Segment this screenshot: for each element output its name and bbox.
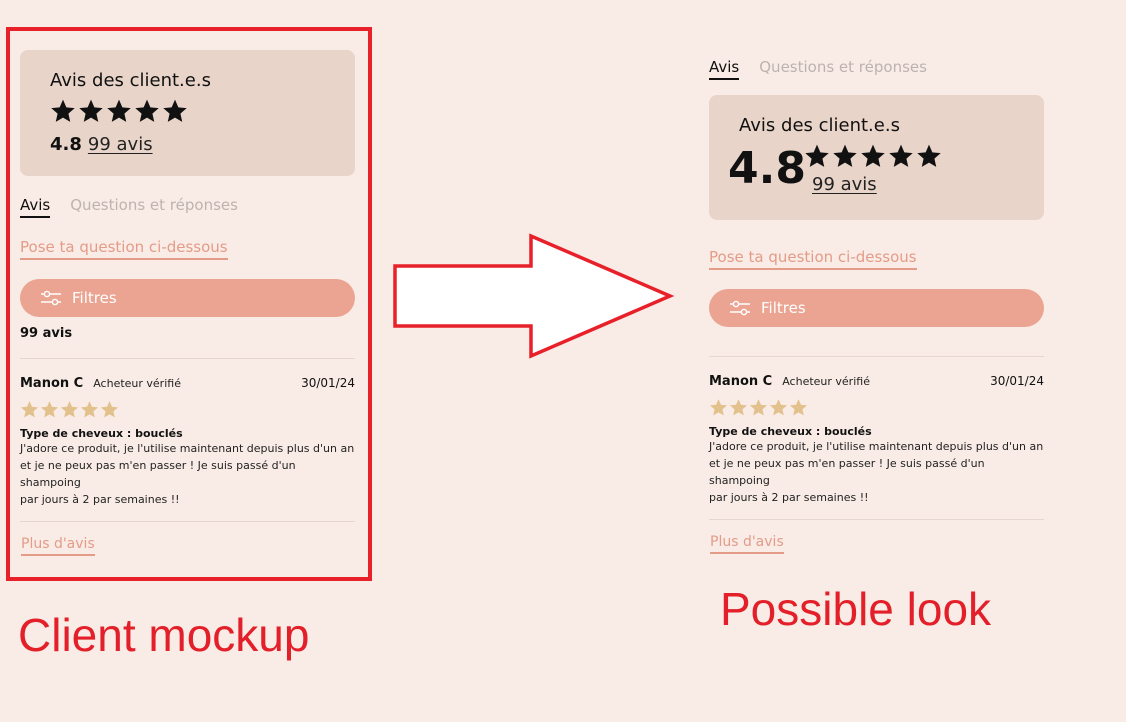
more-reviews-link[interactable]: Plus d'avis [21,536,95,556]
sliders-icon [729,300,751,316]
review-item: Manon C Acheteur vérifié 30/01/24 Type d… [709,374,1044,506]
reviewer-name: Manon C [20,376,84,391]
average-rating: 4.8 [728,143,806,194]
review-line: par jours à 2 par semaines !! [709,491,869,504]
star-icon [860,143,886,169]
review-count: 99 avis [20,326,73,341]
star-icon [60,400,79,419]
star-icon [162,98,188,124]
summary-stars [50,98,188,124]
verified-badge: Acheteur vérifié [93,377,181,390]
review-line: et je ne peux pas m'en passer ! Je suis … [709,457,985,487]
divider [20,521,355,522]
tab-reviews[interactable]: Avis [709,58,740,80]
review-item: Manon C Acheteur vérifié 30/01/24 Type d… [20,376,355,508]
review-summary-card: Avis des client.e.s 4.8 99 avis [709,95,1044,220]
review-tabs: Avis Questions et réponses [709,58,927,80]
review-line: J'adore ce produit, je l'utilise mainten… [20,442,355,455]
star-icon [916,143,942,169]
star-icon [106,98,132,124]
divider [709,356,1044,357]
filter-label: Filtres [761,299,806,317]
ask-question-link[interactable]: Pose ta question ci-dessous [709,248,917,270]
hair-type: Type de cheveux : bouclés [709,425,872,438]
review-count-link[interactable]: 99 avis [812,174,877,195]
tab-questions[interactable]: Questions et réponses [759,58,927,80]
hair-type: Type de cheveux : bouclés [20,427,183,440]
review-line: et je ne peux pas m'en passer ! Je suis … [20,459,296,489]
average-rating: 4.8 [50,134,82,155]
review-count-link[interactable]: 99 avis [88,134,153,155]
star-icon [709,398,728,417]
verified-badge: Acheteur vérifié [782,375,870,388]
summary-title: Avis des client.e.s [50,70,211,91]
filter-label: Filtres [72,289,117,307]
star-icon [40,400,59,419]
right-arrow-icon [393,233,675,359]
star-icon [804,143,830,169]
review-header: Manon C Acheteur vérifié 30/01/24 [709,374,1044,389]
divider [20,358,355,359]
review-date: 30/01/24 [301,376,355,390]
star-icon [134,98,160,124]
star-icon [100,400,119,419]
sliders-icon [40,290,62,306]
review-header: Manon C Acheteur vérifié 30/01/24 [20,376,355,391]
star-icon [769,398,788,417]
ask-question-link[interactable]: Pose ta question ci-dessous [20,238,228,260]
caption-possible-look: Possible look [720,583,992,635]
review-text: J'adore ce produit, je l'utilise mainten… [20,440,355,508]
summary-title: Avis des client.e.s [739,115,900,136]
star-icon [832,143,858,169]
review-line: par jours à 2 par semaines !! [20,493,180,506]
review-stars [20,400,355,419]
review-line: J'adore ce produit, je l'utilise mainten… [709,440,1044,453]
star-icon [20,400,39,419]
star-icon [729,398,748,417]
reviewer-name: Manon C [709,374,773,389]
tab-questions[interactable]: Questions et réponses [70,196,238,218]
review-stars [709,398,1044,417]
star-icon [80,400,99,419]
star-icon [888,143,914,169]
filter-button[interactable]: Filtres [20,279,355,317]
star-icon [789,398,808,417]
review-text: J'adore ce produit, je l'utilise mainten… [709,438,1044,506]
review-summary-card: Avis des client.e.s 4.8 99 avis [20,50,355,176]
review-tabs: Avis Questions et réponses [20,196,238,218]
more-reviews-link[interactable]: Plus d'avis [710,534,784,554]
summary-stars [804,143,942,169]
star-icon [749,398,768,417]
star-icon [78,98,104,124]
tab-reviews[interactable]: Avis [20,196,51,218]
review-date: 30/01/24 [990,374,1044,388]
star-icon [50,98,76,124]
caption-client-mockup: Client mockup [18,609,310,661]
filter-button[interactable]: Filtres [709,289,1044,327]
divider [709,519,1044,520]
